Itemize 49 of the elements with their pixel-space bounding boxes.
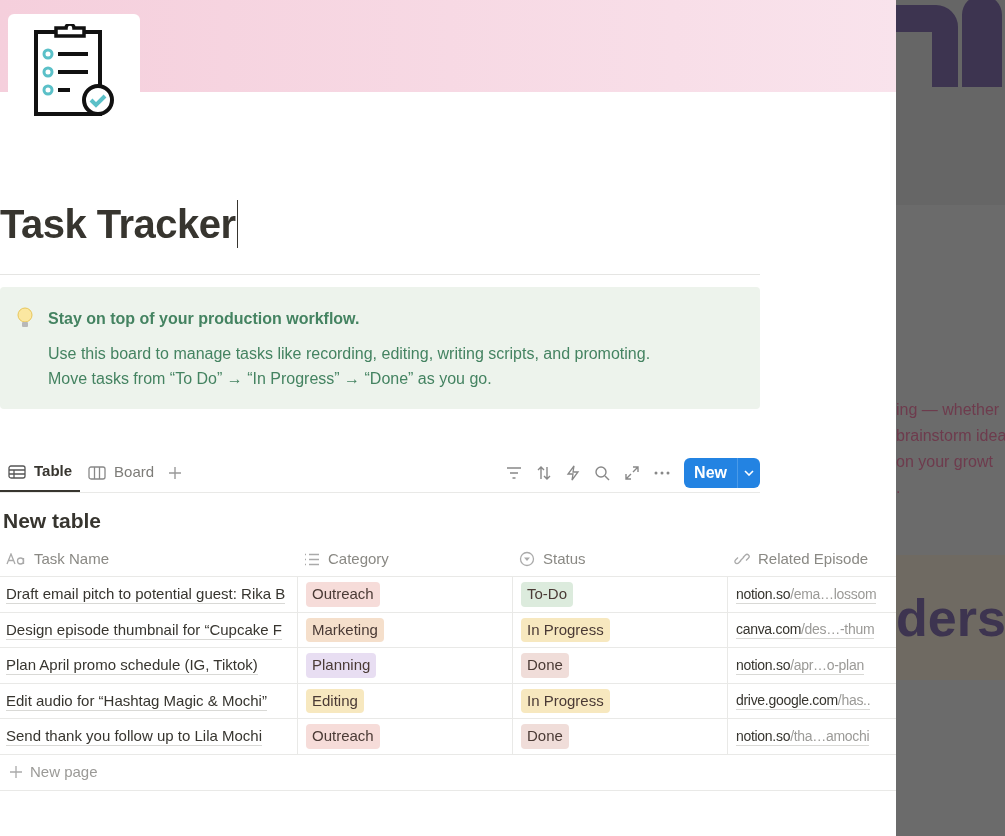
background-text: . xyxy=(896,478,902,498)
category-tag: Outreach xyxy=(306,582,380,607)
table-title[interactable]: New table xyxy=(3,507,896,535)
task-name[interactable]: Plan April promo schedule (IG, Tiktok) xyxy=(6,655,258,676)
callout-heading: Stay on top of your production workflow. xyxy=(48,309,361,329)
add-icon[interactable] xyxy=(168,465,183,480)
category-tag: Planning xyxy=(306,653,377,678)
link[interactable]: canva.com/des…-thum xyxy=(736,620,875,640)
category-tag: Outreach xyxy=(306,724,380,749)
status-tag: In Progress xyxy=(521,617,610,642)
category-tag: Editing xyxy=(306,688,364,713)
text-type-icon xyxy=(6,553,26,565)
list-icon xyxy=(304,552,320,566)
link[interactable]: drive.google.com/has.. xyxy=(736,691,871,711)
page-title[interactable]: Task Tracker xyxy=(0,200,238,248)
callout-text: Move tasks from “To Do” → “In Progress” → “Done” as you go. xyxy=(48,369,493,389)
table-icon xyxy=(8,464,26,479)
category-tag: Marketing xyxy=(306,617,384,642)
column-header[interactable]: Status xyxy=(513,542,728,576)
status-tag: Done xyxy=(521,653,569,678)
sort-icon[interactable] xyxy=(536,464,553,481)
view-tab[interactable]: Table xyxy=(0,453,81,492)
task-name[interactable]: Send thank you follow up to Lila Mochi xyxy=(6,726,262,747)
lightning-icon[interactable] xyxy=(566,464,581,481)
link[interactable]: notion.so/ema…lossom xyxy=(736,584,877,604)
link-icon xyxy=(734,551,750,567)
status-icon xyxy=(519,551,535,567)
status-tag: Done xyxy=(521,724,569,749)
link[interactable]: notion.so/apr…o-plan xyxy=(736,655,864,675)
view-tab[interactable]: Board xyxy=(80,453,163,492)
column-header[interactable]: Task Name xyxy=(0,542,298,576)
status-tag: To-Do xyxy=(521,582,573,607)
plus-icon xyxy=(10,766,22,778)
filter-icon[interactable] xyxy=(506,466,523,479)
new-button[interactable]: New xyxy=(684,457,738,488)
column-header[interactable]: Related Episode xyxy=(728,542,896,576)
chevron-down-icon xyxy=(744,469,754,476)
expand-icon[interactable] xyxy=(624,464,641,481)
more-icon[interactable] xyxy=(654,470,671,475)
board-icon xyxy=(88,465,107,480)
task-name[interactable]: Design episode thumbnail for “Cupcake F xyxy=(6,619,282,640)
callout-text: Use this board to manage tasks like recording, editing, writing scripts, and promoting. xyxy=(48,344,651,364)
search-icon[interactable] xyxy=(594,464,611,481)
column-header[interactable]: Category xyxy=(298,542,513,576)
task-name[interactable]: Draft email pitch to potential guest: Rika B xyxy=(6,584,286,605)
status-tag: In Progress xyxy=(521,688,610,713)
task-name[interactable]: Edit audio for “Hashtag Magic & Mochi” xyxy=(6,690,267,711)
link[interactable]: notion.so/tha…amochi xyxy=(736,726,870,746)
light-bulb-icon xyxy=(16,307,34,329)
